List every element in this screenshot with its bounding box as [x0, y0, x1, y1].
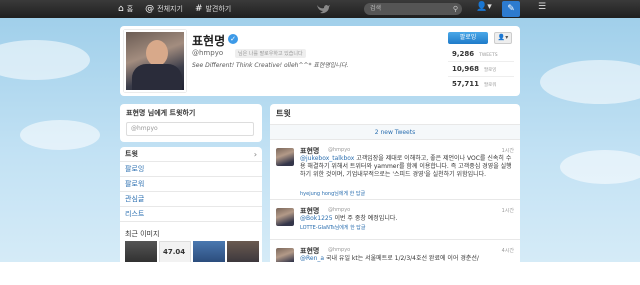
- user-actions-button[interactable]: 👤▾: [494, 32, 512, 44]
- stat-tweets-label: TWEETS: [479, 53, 498, 58]
- side-nav-tweets-label: 트윗: [125, 150, 138, 158]
- side-nav-favorites[interactable]: 관심글: [120, 192, 262, 207]
- profile-avatar[interactable]: [124, 30, 186, 92]
- stat-followers[interactable]: 57,711 팔로워: [452, 80, 496, 88]
- tweet-mention[interactable]: @Ren_a: [300, 255, 324, 262]
- background-cloud: [540, 60, 640, 104]
- thumb-text: 47.04: [163, 248, 186, 256]
- profile-handle: @hmpyo: [192, 49, 224, 57]
- tweet-reply-context[interactable]: LOTTE-GIaNTs님에게 한 답글: [300, 224, 365, 231]
- top-navigation-bar: ⌂ 홈 @ 전체지기 # 발견하기 검색 ⚲ 👤▾ ✎ ☰: [0, 0, 640, 18]
- side-nav-followers[interactable]: 팔로워: [120, 177, 262, 192]
- tweet-timeline: 트윗 2 new Tweets 표현명 @hmpyo 1시간 @jukebox_…: [270, 104, 520, 285]
- side-nav-following-label: 팔로잉: [125, 165, 145, 173]
- search-placeholder: 검색: [370, 5, 382, 12]
- bottom-whitespace: [0, 262, 640, 285]
- hashtag-icon: #: [194, 4, 203, 14]
- side-nav-favorites-label: 관심글: [125, 195, 145, 203]
- new-tweets-bar[interactable]: 2 new Tweets: [270, 124, 520, 140]
- tweet-timestamp[interactable]: 1시간: [502, 147, 514, 154]
- stat-following-label: 팔로잉: [483, 68, 497, 73]
- stat-tweets[interactable]: 9,286 TWEETS: [452, 50, 498, 58]
- side-nav-tweets[interactable]: 트윗 ›: [120, 147, 262, 162]
- tweet-avatar[interactable]: [276, 148, 294, 166]
- recent-images-title: 최근 이미지: [125, 230, 160, 238]
- tweet-avatar[interactable]: [276, 208, 294, 226]
- tweet-to-input[interactable]: @hmpyo: [126, 122, 254, 136]
- tweet-body: 이번 주 중창 예정입니다.: [332, 215, 398, 222]
- nav-connect-label: 전체지기: [157, 5, 183, 13]
- avatar-face: [146, 40, 168, 66]
- twitter-bird-icon[interactable]: [316, 3, 330, 17]
- profile-name: 표현명: [192, 34, 226, 48]
- verified-badge-icon: ✓: [228, 34, 238, 44]
- side-nav-followers-label: 팔로워: [125, 180, 145, 188]
- profile-bio: See Different! Think Creative! olleh^^* …: [192, 62, 349, 69]
- user-menu-icon[interactable]: 👤▾: [476, 2, 492, 12]
- stat-following-value: 10,968: [452, 65, 480, 73]
- nav-discover[interactable]: # 발견하기: [195, 4, 231, 14]
- tweet-mention[interactable]: @Bok1225: [300, 215, 333, 222]
- chevron-right-icon: ›: [253, 150, 257, 159]
- stat-tweets-value: 9,286: [452, 50, 475, 58]
- stat-followers-label: 팔로워: [483, 83, 497, 88]
- nav-home-label: 홈: [126, 5, 134, 13]
- side-nav-following[interactable]: 팔로잉: [120, 162, 262, 177]
- nav-home[interactable]: ⌂ 홈: [118, 4, 133, 14]
- tweet-text: @Bok1225 이번 주 중창 예정입니다.: [300, 215, 512, 223]
- tweet-item[interactable]: 표현명 @hmpyo 1시간 @jukebox_talkbox 고객입장을 제대…: [270, 144, 520, 200]
- tweet-author-handle[interactable]: @hmpyo: [328, 207, 350, 213]
- home-icon: ⌂: [118, 4, 124, 14]
- follows-you-badge: 님은 나를 팔로우하고 있습니다: [235, 49, 306, 58]
- tweet-item[interactable]: 표현명 @hmpyo 1시간 @Bok1225 이번 주 중창 예정입니다. L…: [270, 204, 520, 240]
- background-cloud: [20, 120, 100, 150]
- stat-divider: [448, 76, 514, 77]
- compose-tweet-icon[interactable]: ✎: [502, 1, 520, 17]
- profile-card: 표현명 ✓ @hmpyo 님은 나를 팔로우하고 있습니다 See Differ…: [120, 26, 520, 96]
- tweet-author-handle[interactable]: @hmpyo: [328, 147, 350, 153]
- nav-connect[interactable]: @ 전체지기: [145, 4, 183, 14]
- stat-followers-value: 57,711: [452, 80, 480, 88]
- tweet-timestamp[interactable]: 1시간: [502, 207, 514, 214]
- tweet-timestamp[interactable]: 4시간: [502, 247, 514, 254]
- at-sign-icon: @: [145, 4, 155, 14]
- tweet-to-title: 표현명 님에게 트윗하기: [126, 109, 196, 117]
- avatar-suit: [132, 64, 182, 90]
- tweet-body: 국내 유일 kt는 서울메트로 1/2/3/4호선 완료에 이어 경춘선/: [324, 255, 479, 262]
- background-cloud: [0, 40, 90, 80]
- timeline-title: 트윗: [276, 109, 291, 118]
- tweet-author-handle[interactable]: @hmpyo: [328, 247, 350, 253]
- side-nav-lists[interactable]: 리스트: [120, 207, 262, 222]
- stat-divider: [448, 61, 514, 62]
- tweet-to-box: 표현명 님에게 트윗하기 @hmpyo: [120, 104, 262, 142]
- tweet-text: @jukebox_talkbox 고객입장을 제대로 이해하고, 좋은 제언이나…: [300, 155, 512, 179]
- search-input[interactable]: 검색 ⚲: [364, 3, 462, 15]
- nav-discover-label: 발견하기: [205, 5, 232, 13]
- stat-following[interactable]: 10,968 팔로잉: [452, 65, 496, 73]
- tweet-reply-context[interactable]: hyejung hong님에게 한 답글: [300, 190, 365, 197]
- background-cloud: [560, 150, 640, 184]
- search-icon[interactable]: ⚲: [453, 3, 458, 15]
- side-nav-lists-label: 리스트: [125, 210, 145, 218]
- tweet-mention[interactable]: @jukebox_talkbox: [300, 155, 354, 162]
- following-button[interactable]: 팔로잉: [448, 32, 488, 44]
- settings-menu-icon[interactable]: ☰: [538, 2, 546, 12]
